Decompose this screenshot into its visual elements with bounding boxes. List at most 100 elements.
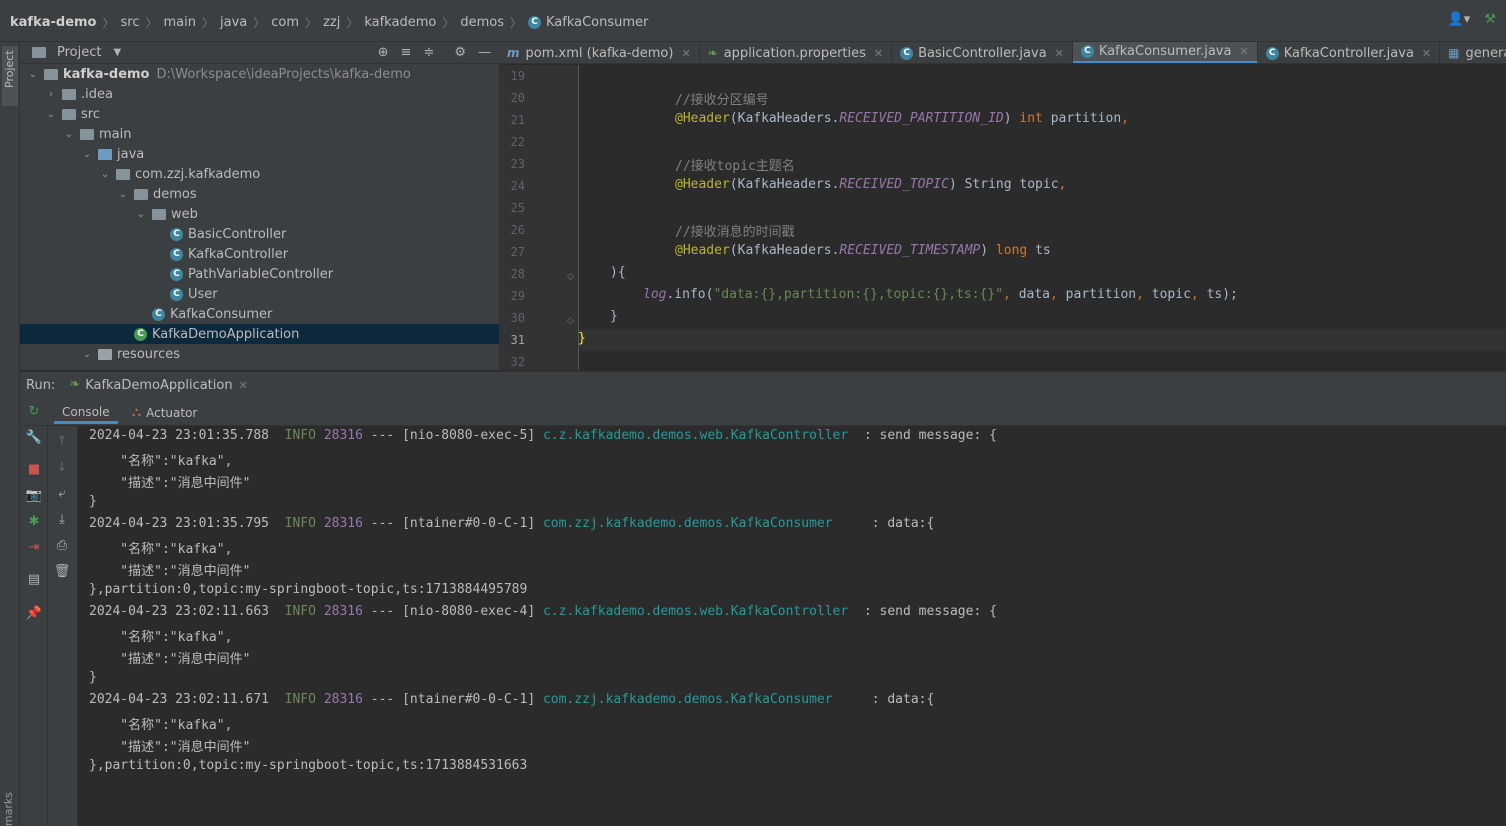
tree-item[interactable]: ⌄ com.zzj.kafkademo	[98, 164, 260, 184]
close-icon[interactable]: ✕	[874, 47, 883, 60]
tree-item[interactable]: ⌄ src	[44, 104, 100, 124]
console-line: "描述":"消息中间件"	[89, 740, 251, 755]
close-icon[interactable]: ✕	[1422, 47, 1431, 60]
tab-label: generated-requests.	[1465, 45, 1506, 61]
fold-icon[interactable]: ◇	[567, 313, 574, 329]
code-line: log.info("data:{},partition:{},topic:{},…	[643, 287, 1238, 302]
tree-item-label: .idea	[81, 86, 113, 102]
chevron-down-icon[interactable]: ⌄	[116, 189, 130, 200]
close-icon[interactable]: ✕	[1239, 45, 1248, 58]
breadcrumb-item[interactable]: src	[121, 15, 140, 30]
debug-icon[interactable]: ✱	[20, 514, 48, 529]
close-icon[interactable]: ✕	[239, 379, 248, 392]
class-icon: C	[1080, 45, 1094, 58]
camera-icon[interactable]: 📷	[20, 488, 48, 503]
code-line: ){	[610, 265, 626, 280]
rerun-icon[interactable]: ↻	[20, 404, 48, 419]
arrow-up-icon[interactable]: ↑	[48, 434, 76, 449]
chevron-down-icon[interactable]: ⌄	[62, 129, 76, 140]
tree-item[interactable]: C KafkaController	[170, 244, 288, 264]
run-config-tab[interactable]: ❧ KafkaDemoApplication ✕	[69, 377, 248, 393]
console-output[interactable]: 2024-04-23 23:01:35.788 INFO 28316 --- […	[78, 426, 1506, 826]
project-tool-button[interactable]: Project	[2, 46, 18, 106]
chevron-right-icon[interactable]: ›	[44, 89, 58, 100]
class-icon: C	[170, 227, 183, 241]
tab-application-properties[interactable]: ❧ application.properties ✕	[700, 42, 893, 63]
tab-console[interactable]: Console	[54, 402, 118, 424]
tab-basic-controller[interactable]: C BasicController.java ✕	[892, 42, 1073, 63]
code-line: }	[578, 331, 586, 346]
gear-icon[interactable]: ⚙	[454, 45, 466, 61]
chevron-down-icon[interactable]: ⌄	[98, 169, 112, 180]
tree-item[interactable]: C User	[170, 284, 218, 304]
tree-item[interactable]: › .idea	[44, 84, 113, 104]
chevron-down-icon[interactable]: ▼	[113, 45, 121, 61]
tree-item[interactable]: ⌄ java	[80, 144, 144, 164]
left-tool-strip: Project marks	[0, 42, 20, 826]
fold-icon[interactable]: ◇	[567, 269, 574, 285]
bookmarks-tool-button[interactable]: marks	[2, 792, 18, 826]
breadcrumb-item[interactable]: java	[220, 15, 247, 30]
tab-actuator[interactable]: ⛬ Actuator	[124, 402, 205, 424]
arrow-down-icon[interactable]: ↓	[48, 460, 76, 475]
tree-item[interactable]: ⌄ demos	[116, 184, 197, 204]
tab-kafka-controller[interactable]: C KafkaController.java ✕	[1258, 42, 1441, 63]
close-icon[interactable]: ✕	[1055, 47, 1064, 60]
hide-icon[interactable]: —	[478, 45, 491, 61]
tree-item[interactable]: ⌄ main	[62, 124, 132, 144]
code-editor[interactable]: 19 20 21 22 23 24 25 26 27 28 29 30 31 3…	[499, 65, 1506, 370]
breadcrumb-item[interactable]: zzj	[323, 15, 340, 30]
console-line: "描述":"消息中间件"	[89, 476, 251, 491]
exit-icon[interactable]: ⇥	[20, 540, 48, 555]
tab-pom-xml[interactable]: m pom.xml (kafka-demo) ✕	[499, 42, 700, 63]
tab-label: KafkaConsumer.java	[1098, 44, 1232, 59]
locate-icon[interactable]: ⊕	[378, 45, 389, 61]
soft-wrap-icon[interactable]: ⤶	[48, 486, 76, 501]
api-icon: ▦	[1448, 46, 1460, 60]
tab-kafka-consumer[interactable]: C KafkaConsumer.java ✕	[1072, 42, 1258, 63]
tree-item-label: kafka-demo	[63, 66, 150, 82]
wrench-icon[interactable]: 🔧	[20, 430, 48, 445]
breadcrumb-item[interactable]: demos	[460, 15, 504, 30]
layout-icon[interactable]: ▤	[20, 572, 48, 587]
code-line: @Header(KafkaHeaders.RECEIVED_PARTITION_…	[675, 111, 1129, 126]
line-number: 26	[510, 223, 525, 237]
stop-icon[interactable]: ■	[20, 462, 48, 477]
user-icon[interactable]: 👤▾	[1448, 12, 1471, 28]
pin-icon[interactable]: 📌	[20, 606, 48, 621]
collapse-all-icon[interactable]: ≑	[423, 45, 434, 61]
tree-item-label: KafkaController	[188, 246, 289, 262]
tab-generated-requests[interactable]: ▦ generated-requests.	[1440, 42, 1506, 63]
chevron-down-icon[interactable]: ⌄	[26, 69, 40, 80]
trash-icon[interactable]: 🗑	[48, 564, 76, 579]
chevron-down-icon[interactable]: ⌄	[80, 349, 94, 360]
run-label: Run:	[26, 377, 56, 393]
console-line: "名称":"kafka",	[89, 542, 233, 557]
tree-item[interactable]: C KafkaConsumer	[152, 304, 272, 324]
class-icon: C	[152, 307, 165, 321]
project-panel-title[interactable]: Project	[57, 45, 101, 60]
chevron-down-icon[interactable]: ⌄	[80, 149, 94, 160]
tree-item[interactable]: C PathVariableController	[170, 264, 333, 284]
line-number: 29	[510, 289, 525, 303]
tree-item-label: web	[171, 206, 198, 222]
print-icon[interactable]: ⎙	[48, 538, 76, 553]
tree-item[interactable]: ⌄ kafka-demo D:\Workspace\ideaProjects\kaf…	[26, 64, 411, 84]
breadcrumb-item[interactable]: kafkademo	[364, 15, 436, 30]
tree-item[interactable]: ⌄ web	[134, 204, 198, 224]
close-icon[interactable]: ✕	[681, 47, 690, 60]
build-hammer-icon[interactable]: ⚒	[1484, 12, 1496, 28]
chevron-down-icon[interactable]: ⌄	[44, 109, 58, 120]
breadcrumb-item[interactable]: KafkaConsumer	[546, 15, 648, 30]
tree-item-label: src	[81, 106, 100, 122]
expand-all-icon[interactable]: ≡	[401, 45, 412, 61]
scroll-end-icon[interactable]: ⤓	[48, 512, 76, 527]
tree-item[interactable]: C BasicController	[170, 224, 286, 244]
breadcrumb-item[interactable]: kafka-demo	[10, 15, 97, 30]
tree-item[interactable]: ⌄ resources	[80, 344, 180, 364]
breadcrumb-item[interactable]: main	[164, 15, 196, 30]
tree-item[interactable]: C KafkaDemoApplication	[134, 324, 299, 344]
chevron-down-icon[interactable]: ⌄	[134, 209, 148, 220]
breadcrumb-item[interactable]: com	[271, 15, 299, 30]
source-folder-icon	[98, 148, 112, 160]
